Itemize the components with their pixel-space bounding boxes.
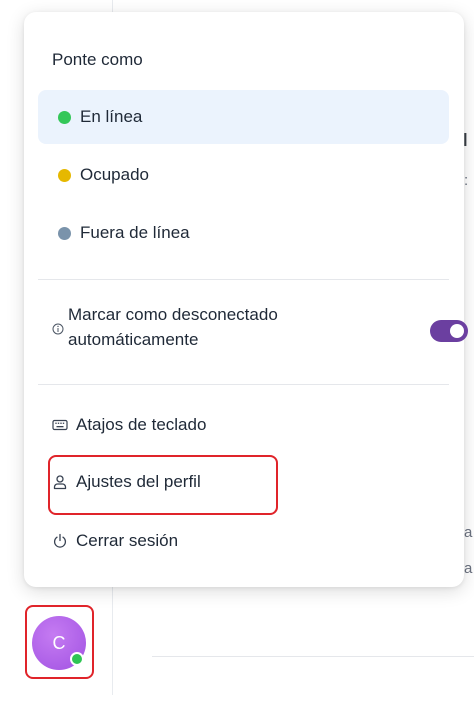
online-presence-icon (70, 652, 84, 666)
status-online-option[interactable]: En línea (38, 90, 449, 144)
power-icon (53, 533, 67, 548)
auto-offline-toggle[interactable] (430, 320, 468, 342)
menu-divider (38, 384, 449, 385)
auto-offline-label: Marcar como desconectado automáticamente (68, 305, 278, 349)
online-status-dot-icon (58, 110, 71, 124)
info-icon (52, 323, 64, 335)
offline-status-dot-icon (58, 226, 71, 240)
menu-divider (38, 279, 449, 280)
toggle-knob (450, 324, 464, 338)
background-text-fragment: a (464, 560, 473, 577)
background-text-fragment: : (464, 172, 469, 189)
keyboard-shortcuts-item[interactable]: Atajos de teclado (52, 408, 206, 442)
status-offline-option[interactable]: Fuera de línea (38, 206, 449, 260)
action-label: Atajos de teclado (76, 415, 207, 434)
avatar-initial: C (52, 632, 66, 653)
logout-item[interactable]: Cerrar sesión (52, 524, 178, 558)
busy-status-dot-icon (58, 168, 71, 182)
divider (152, 656, 474, 657)
background-text-fragment: a (464, 524, 473, 541)
status-busy-option[interactable]: Ocupado (38, 148, 449, 202)
keyboard-icon (52, 419, 68, 431)
menu-heading: Ponte como (52, 50, 143, 69)
status-label: Fuera de línea (80, 223, 190, 242)
auto-offline-row: Marcar como desconectado automáticamente (52, 302, 468, 362)
profile-settings-highlight (48, 455, 278, 515)
page: ı : a a Ponte como En línea Ocupado Fuer… (0, 0, 474, 703)
status-label: Ocupado (80, 165, 149, 184)
action-label: Cerrar sesión (76, 531, 179, 550)
status-label: En línea (80, 107, 143, 126)
